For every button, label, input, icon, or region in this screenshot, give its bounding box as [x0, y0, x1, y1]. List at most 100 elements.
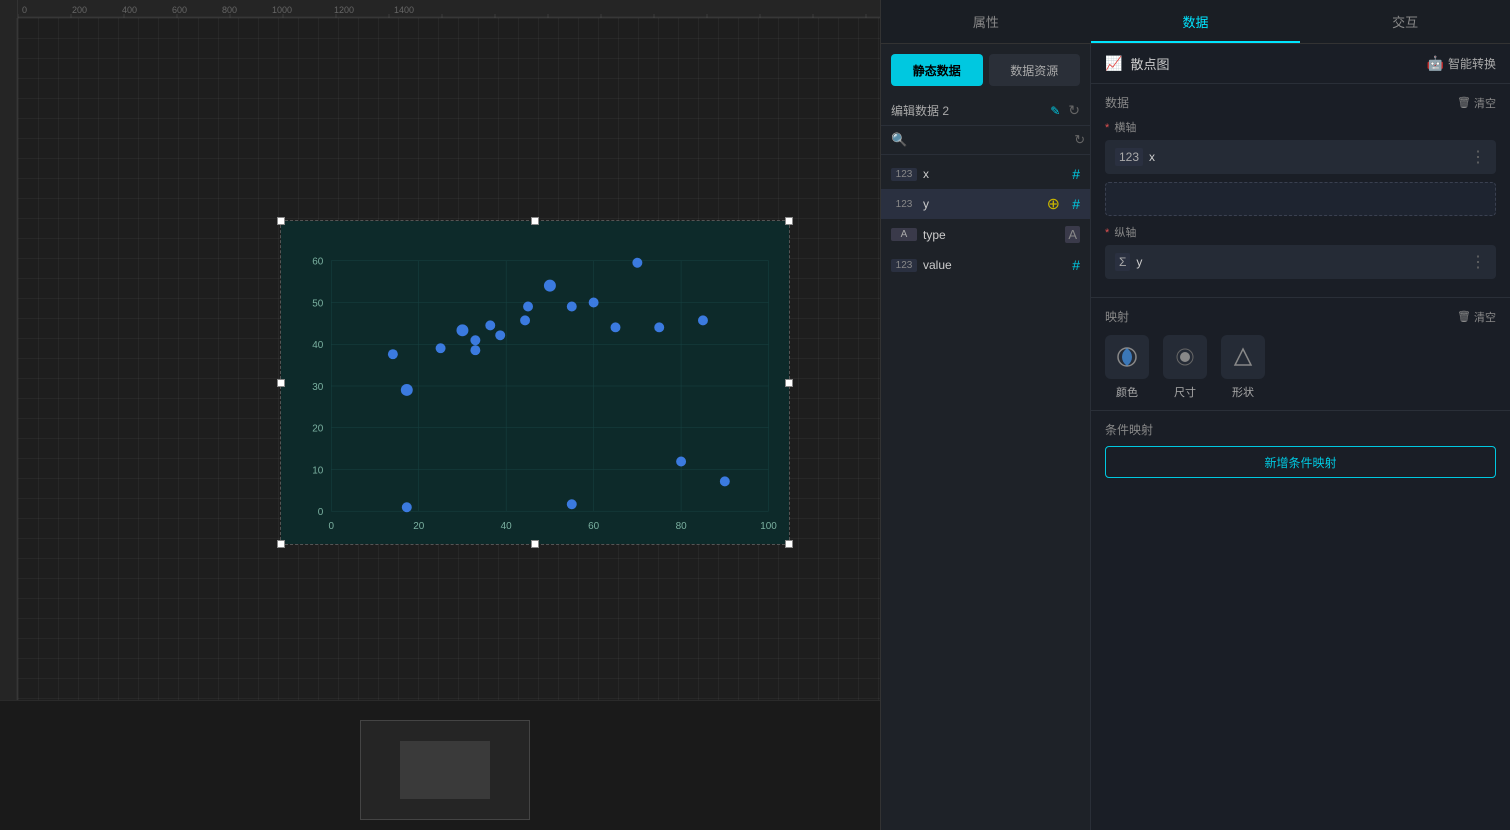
- ds-search-input[interactable]: [913, 133, 1068, 147]
- svg-text:10: 10: [312, 465, 324, 476]
- minimap: [0, 700, 880, 830]
- dc-add-cond-btn[interactable]: 新增条件映射: [1105, 446, 1496, 478]
- btn-data-resource[interactable]: 数据资源: [989, 54, 1081, 86]
- dc-x-empty: [1105, 182, 1496, 216]
- resize-handle-tr[interactable]: [785, 217, 793, 225]
- panel-tabs: 属性 数据 交互: [881, 0, 1510, 44]
- dc-mapping-title: 映射: [1105, 308, 1457, 325]
- field-name-x: x: [923, 167, 1066, 181]
- resize-handle-br[interactable]: [785, 540, 793, 548]
- minimap-inner: [360, 720, 530, 820]
- dataconfig-panel: 📈 散点图 🤖 智能转换 数据 🗑 清空 *: [1091, 44, 1510, 830]
- chart-type-icon: 📈: [1105, 55, 1122, 72]
- tab-attributes[interactable]: 属性: [881, 0, 1091, 43]
- svg-text:1400: 1400: [394, 5, 414, 15]
- svg-text:40: 40: [501, 521, 513, 532]
- btn-static-data[interactable]: 静态数据: [891, 54, 983, 86]
- dc-y-field-more[interactable]: ⋮: [1470, 252, 1486, 272]
- dc-header: 📈 散点图 🤖 智能转换: [1091, 44, 1510, 84]
- scatter-chart-svg: 60 50 40 30 20 10 0 0 20 40 60 80 100: [281, 221, 789, 544]
- svg-text:20: 20: [312, 424, 324, 435]
- field-hash-value: #: [1072, 257, 1080, 273]
- dc-x-field-icon: 123: [1115, 148, 1143, 166]
- resize-handle-bl[interactable]: [277, 540, 285, 548]
- y-required: *: [1105, 227, 1109, 239]
- field-list: 123 x # 123 y ⊕ # A type A 123 va: [881, 155, 1090, 830]
- refresh-icon[interactable]: ↻: [1068, 102, 1080, 119]
- svg-text:0: 0: [318, 507, 324, 518]
- x-axis-label-text: 横轴: [1114, 122, 1136, 134]
- datasource-panel: 静态数据 数据资源 编辑数据 2 ✎ ↻ 🔍 ↻ 123 x #: [881, 44, 1091, 830]
- svg-text:1000: 1000: [272, 5, 292, 15]
- search-icon: 🔍: [891, 132, 907, 148]
- svg-text:0: 0: [328, 521, 334, 532]
- svg-text:40: 40: [312, 340, 324, 351]
- mapping-size-icon: [1163, 335, 1207, 379]
- canvas-area: 0 200 400 600 800 1000 1200 1400: [0, 0, 880, 830]
- dc-y-field-box[interactable]: Σ y ⋮: [1105, 245, 1496, 279]
- mapping-clear-label: 清空: [1474, 309, 1496, 325]
- chart-inner: 60 50 40 30 20 10 0 0 20 40 60 80 100: [281, 221, 789, 544]
- field-item-value[interactable]: 123 value #: [881, 250, 1090, 280]
- dc-clear-btn[interactable]: 🗑 清空: [1457, 95, 1496, 111]
- mapping-icons-row: 颜色 尺寸: [1105, 335, 1496, 400]
- dc-data-header: 数据 🗑 清空: [1105, 94, 1496, 111]
- dc-y-field-name: y: [1136, 255, 1464, 269]
- mapping-btn-shape[interactable]: 形状: [1221, 335, 1265, 400]
- svg-text:60: 60: [588, 521, 600, 532]
- dc-cond-title: 条件映射: [1105, 421, 1496, 438]
- svg-text:200: 200: [72, 5, 87, 15]
- field-text-icon: A: [1065, 226, 1080, 243]
- mapping-btn-color[interactable]: 颜色: [1105, 335, 1149, 400]
- svg-text:400: 400: [122, 5, 137, 15]
- resize-handle-ml[interactable]: [277, 379, 285, 387]
- svg-text:20: 20: [413, 521, 425, 532]
- chart-wrapper[interactable]: 60 50 40 30 20 10 0 0 20 40 60 80 100: [280, 220, 790, 545]
- mapping-color-icon: [1105, 335, 1149, 379]
- dc-data-title: 数据: [1105, 94, 1457, 111]
- right-content: 静态数据 数据资源 编辑数据 2 ✎ ↻ 🔍 ↻ 123 x #: [881, 44, 1510, 830]
- mapping-btn-size[interactable]: 尺寸: [1163, 335, 1207, 400]
- field-item-y[interactable]: 123 y ⊕ #: [881, 189, 1090, 219]
- field-type-x: 123: [891, 168, 917, 181]
- dc-mapping-section: 映射 🗑 清空 颜色: [1091, 298, 1510, 410]
- ds-search-row: 🔍 ↻: [881, 126, 1090, 155]
- pencil-icon[interactable]: ✎: [1050, 104, 1060, 118]
- svg-text:60: 60: [312, 257, 324, 268]
- mapping-clear-icon: 🗑: [1457, 310, 1471, 323]
- dc-x-field-more[interactable]: ⋮: [1470, 147, 1486, 167]
- svg-text:100: 100: [760, 521, 777, 532]
- y-axis-label-text: 纵轴: [1114, 227, 1136, 239]
- svg-text:0: 0: [22, 5, 27, 15]
- clear-label: 清空: [1474, 95, 1496, 111]
- dc-cond-section: 条件映射 新增条件映射: [1091, 410, 1510, 488]
- dc-y-field-icon: Σ: [1115, 253, 1130, 271]
- mapping-shape-label: 形状: [1232, 384, 1254, 400]
- resize-handle-mr[interactable]: [785, 379, 793, 387]
- field-type-value: 123: [891, 259, 917, 272]
- tab-data[interactable]: 数据: [1091, 0, 1301, 43]
- dc-mapping-clear-btn[interactable]: 🗑 清空: [1457, 309, 1496, 325]
- tab-interaction[interactable]: 交互: [1300, 0, 1510, 43]
- dc-ai-btn[interactable]: 🤖 智能转换: [1427, 55, 1496, 72]
- field-item-type[interactable]: A type A: [881, 219, 1090, 250]
- field-item-x[interactable]: 123 x #: [881, 159, 1090, 189]
- dc-x-field-box[interactable]: 123 x ⋮: [1105, 140, 1496, 174]
- dc-x-field-name: x: [1149, 150, 1464, 164]
- field-name-type: type: [923, 228, 1059, 242]
- ds-edit-row: 编辑数据 2 ✎ ↻: [881, 96, 1090, 126]
- field-name-value: value: [923, 258, 1066, 272]
- x-required: *: [1105, 122, 1109, 134]
- dc-x-label: * 横轴: [1105, 119, 1496, 135]
- resize-handle-tm[interactable]: [531, 217, 539, 225]
- ai-icon: 🤖: [1427, 55, 1444, 72]
- ds-refresh-icon[interactable]: ↻: [1074, 132, 1085, 148]
- right-panel: 属性 数据 交互 静态数据 数据资源 编辑数据 2 ✎ ↻ 🔍 ↻: [880, 0, 1510, 830]
- svg-text:80: 80: [676, 521, 688, 532]
- svg-text:600: 600: [172, 5, 187, 15]
- dc-mapping-header: 映射 🗑 清空: [1105, 308, 1496, 325]
- ds-edit-label: 编辑数据 2: [891, 102, 1042, 119]
- resize-handle-bm[interactable]: [531, 540, 539, 548]
- resize-handle-tl[interactable]: [277, 217, 285, 225]
- svg-text:50: 50: [312, 298, 324, 309]
